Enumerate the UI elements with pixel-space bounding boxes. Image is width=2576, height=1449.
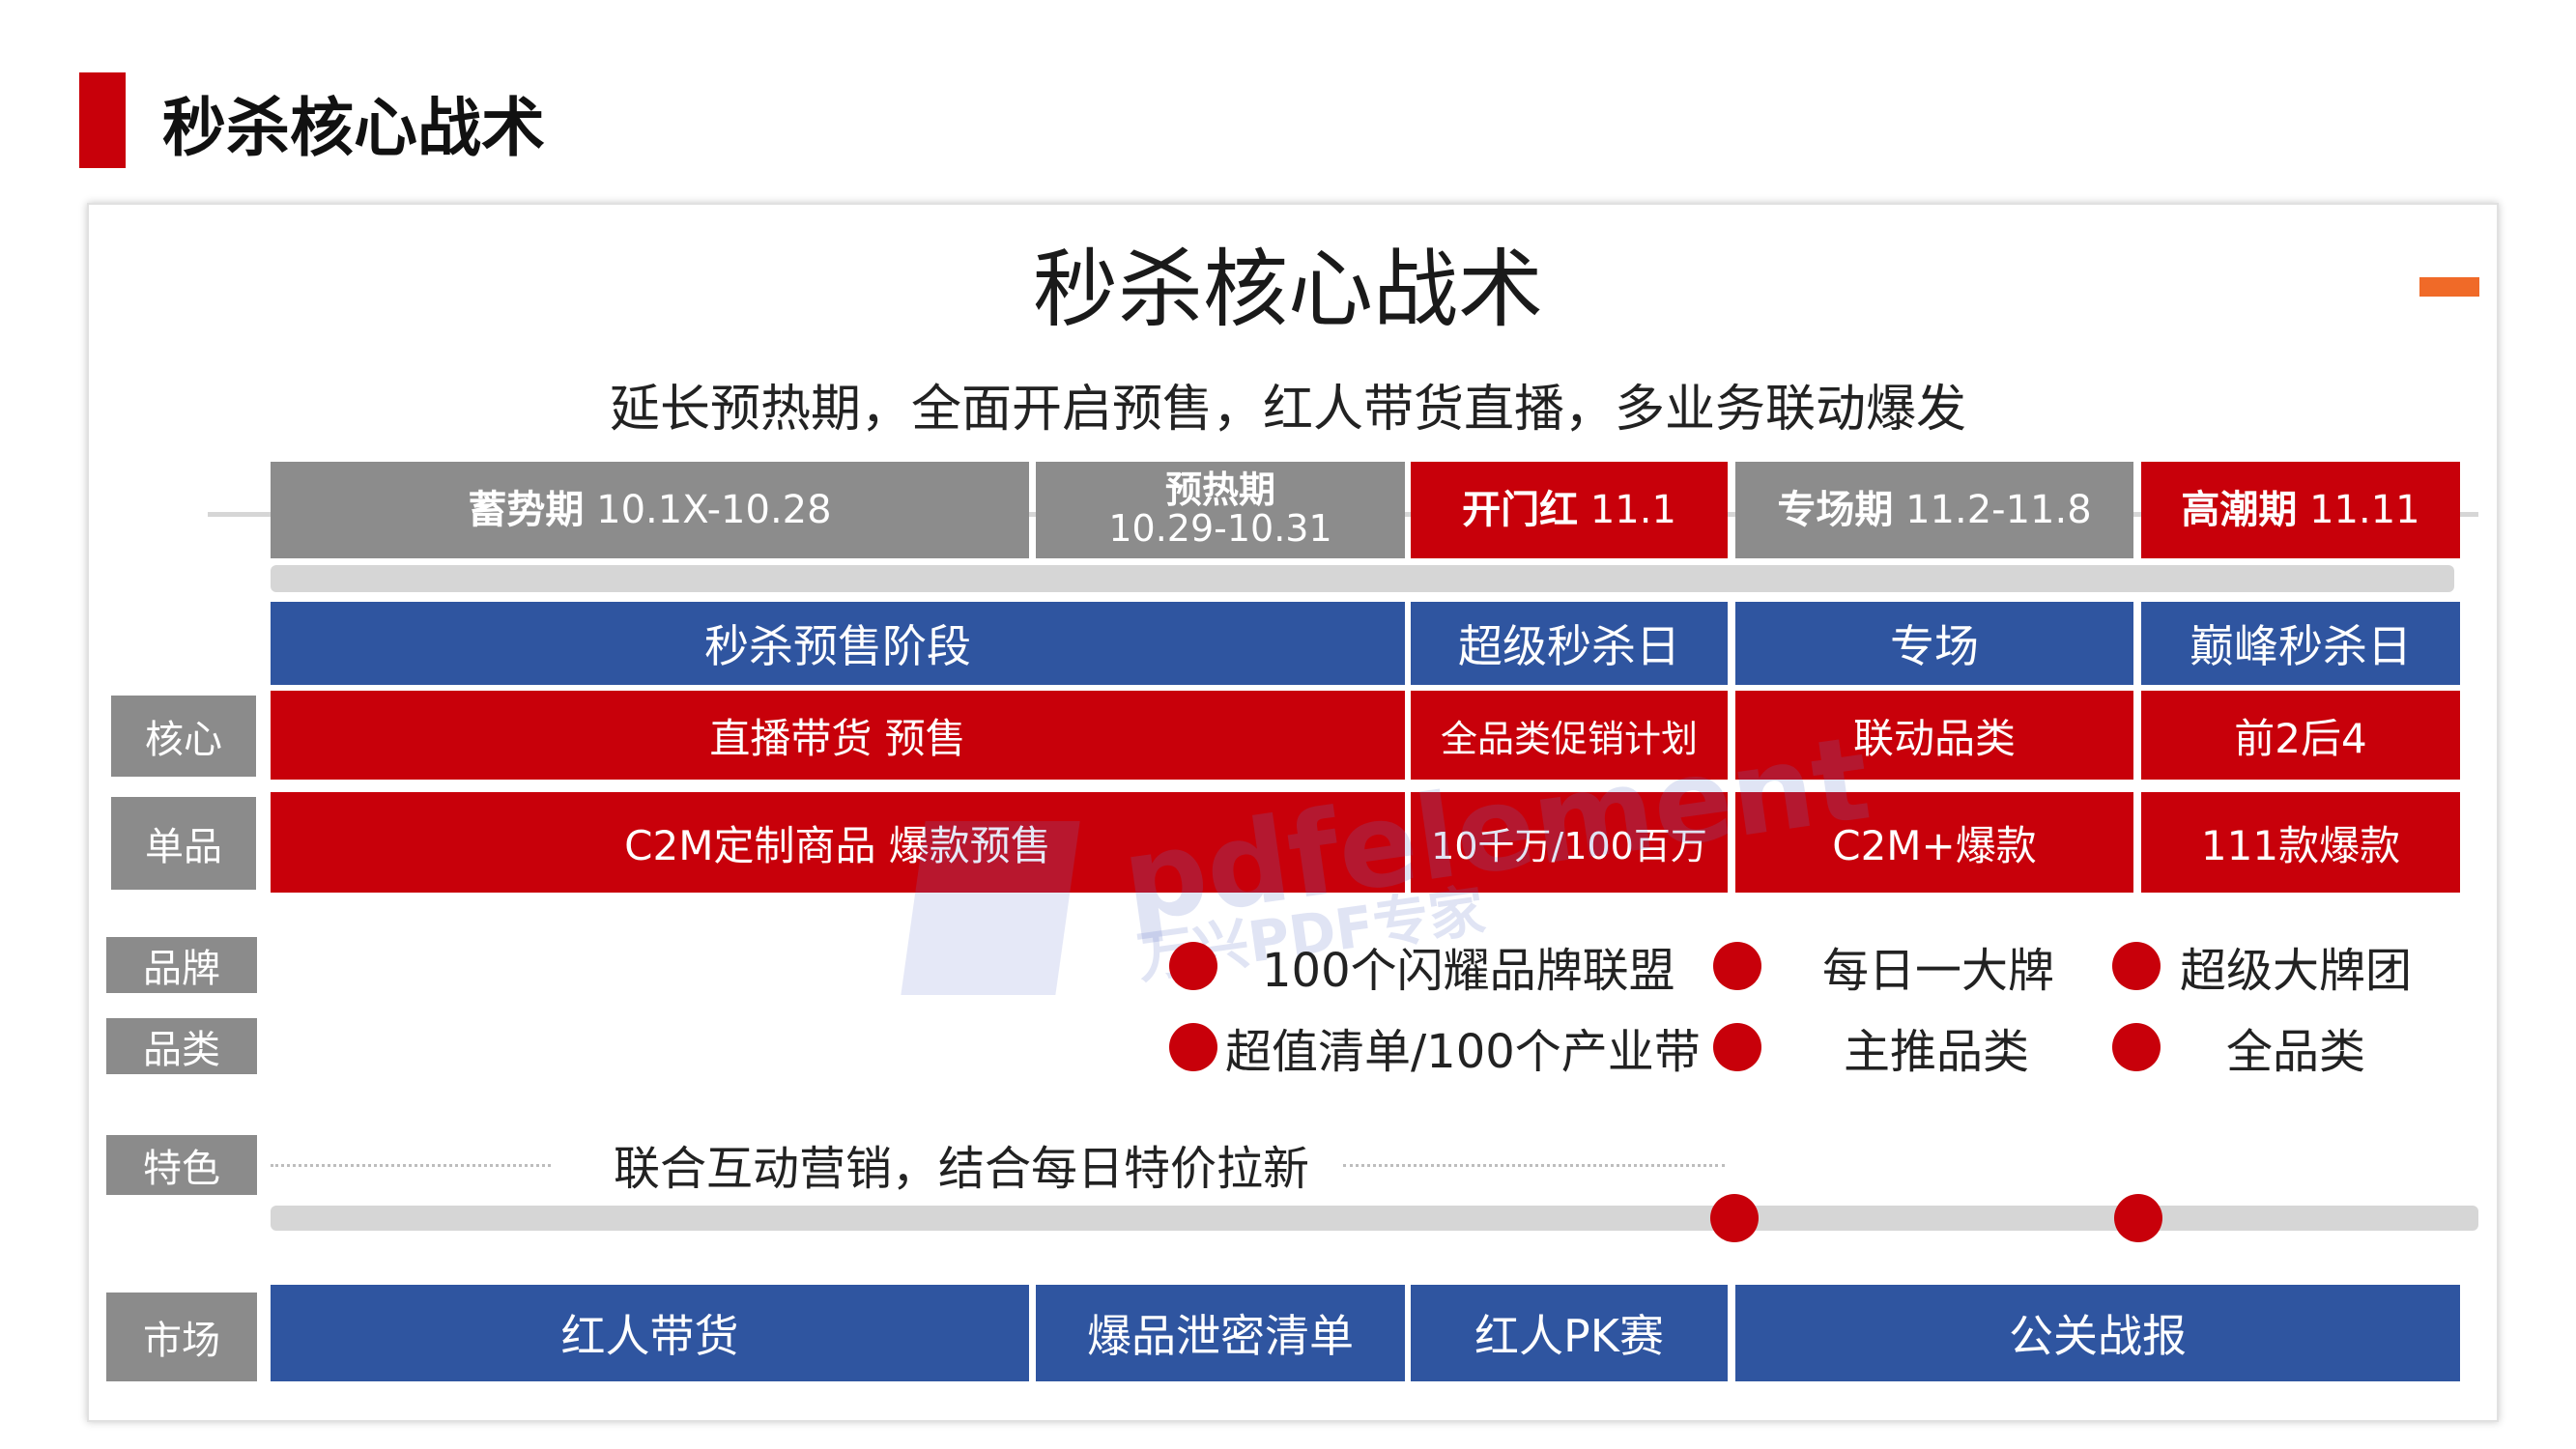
phase-dates: 11.1 (1589, 488, 1676, 532)
bullet-dot (2112, 1023, 2161, 1071)
phase-dates: 11.2-11.8 (1905, 488, 2092, 532)
core-cell: 直播带货 预售 (271, 691, 1405, 780)
category-item: 主推品类 (1844, 1025, 2030, 1079)
row-label-category: 品类 (106, 1018, 257, 1074)
feature-text: 联合互动营销，结合每日特价拉新 (614, 1142, 1310, 1196)
stamp-badge (2419, 277, 2479, 297)
row-label-brand: 品牌 (106, 937, 257, 993)
bullet-dot (1169, 1023, 1217, 1071)
bullet-dot (1713, 1023, 1761, 1071)
row-label-feature: 特色 (106, 1135, 257, 1195)
card-subtitle: 延长预热期，全面开启预售，红人带货直播，多业务联动爆发 (609, 380, 1966, 439)
stage-special: 专场 (1735, 602, 2133, 685)
heading-accent-bar (79, 72, 126, 168)
feature-dotted-line (1343, 1164, 1725, 1167)
stage-presale: 秒杀预售阶段 (271, 602, 1405, 685)
phase-dates: 10.1X-10.28 (596, 488, 832, 532)
market-cell: 公关战报 (1735, 1285, 2460, 1381)
bullet-dot (1713, 942, 1761, 990)
market-cell: 红人带货 (271, 1285, 1029, 1381)
phase-name: 高潮期 (2181, 488, 2298, 532)
timeline-dot (1710, 1194, 1759, 1242)
row-label-core: 核心 (111, 696, 256, 777)
timeline-dot (2114, 1194, 2162, 1242)
phase-climax: 高潮期 11.11 (2141, 462, 2460, 558)
watermark-logo-icon (901, 821, 1080, 995)
category-item: 全品类 (2226, 1025, 2366, 1079)
market-cell: 爆品泄密清单 (1036, 1285, 1405, 1381)
phase-warmup: 预热期 10.29-10.31 (1036, 462, 1405, 558)
phase-dates: 10.29-10.31 (1108, 507, 1332, 550)
phase-name: 专场期 (1777, 488, 1894, 532)
row-label-market: 市场 (106, 1293, 257, 1381)
stage-super-day: 超级秒杀日 (1411, 602, 1728, 685)
phase-name: 预热期 (1164, 469, 1275, 512)
phase-name: 蓄势期 (468, 488, 585, 532)
card-title: 秒杀核心战术 (1032, 239, 1543, 339)
core-cell: 前2后4 (2141, 691, 2460, 780)
stage-peak-day: 巅峰秒杀日 (2141, 602, 2460, 685)
timeline-bar (271, 565, 2454, 592)
feature-dotted-line (271, 1164, 551, 1167)
bullet-dot (1169, 942, 1217, 990)
page-heading: 秒杀核心战术 (162, 91, 545, 165)
market-cell: 红人PK赛 (1411, 1285, 1728, 1381)
brand-item: 超级大牌团 (2180, 944, 2413, 998)
phase-special: 专场期 11.2-11.8 (1735, 462, 2133, 558)
product-cell: 111款爆款 (2141, 792, 2460, 893)
brand-item: 每日一大牌 (1822, 944, 2055, 998)
phase-dates: 11.11 (2309, 488, 2420, 532)
category-item: 超值清单/100个产业带 (1225, 1025, 1701, 1079)
row-label-product: 单品 (111, 797, 256, 890)
phase-name: 开门红 (1462, 488, 1579, 532)
bullet-dot (2112, 942, 2161, 990)
phase-accumulate: 蓄势期 10.1X-10.28 (271, 462, 1029, 558)
phase-opening: 开门红 11.1 (1411, 462, 1728, 558)
brand-item: 100个闪耀品牌联盟 (1262, 944, 1675, 998)
